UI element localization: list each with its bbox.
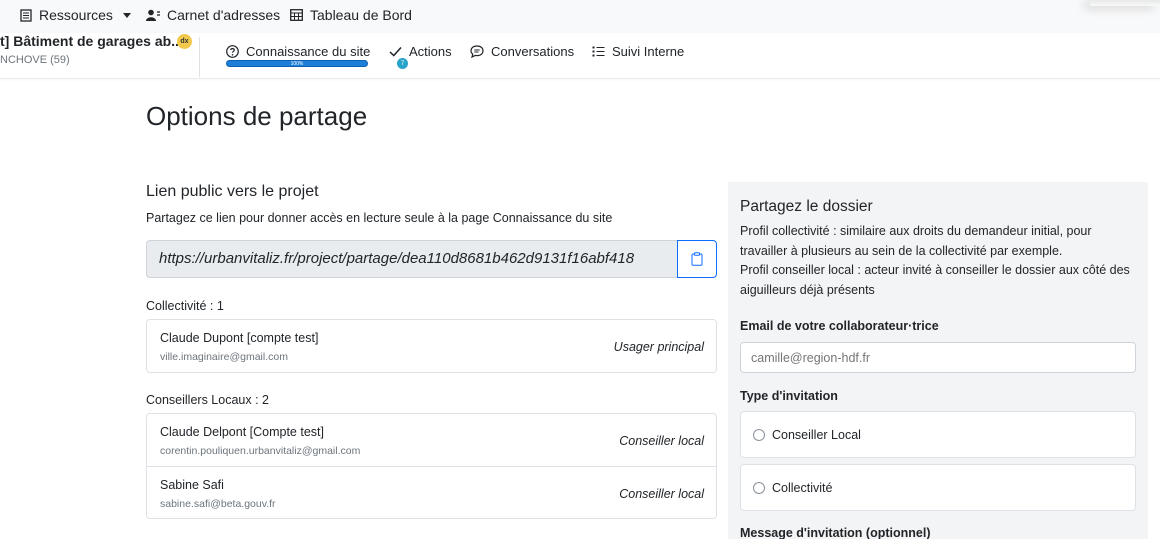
list-icon [20,8,32,22]
collectivite-list: Claude Dupont [compte test] ville.imagin… [146,319,717,373]
option-label: Collectivité [772,480,833,495]
share-panel-title: Partagez le dossier [740,198,873,215]
collectivite-label: Collectivité : 1 [146,299,224,313]
actions-count-badge: 7 [397,58,408,69]
tab-actions[interactable]: Actions [389,44,452,59]
radio-conseiller-local[interactable] [753,428,765,441]
tab-conversations[interactable]: Conversations [470,44,574,59]
public-link-group: https://urbanvitaliz.fr/project/partage/… [146,240,717,278]
member-name: Claude Delpont [Compte test] [160,425,324,439]
share-panel-description: Profil collectivité : similaire aux droi… [740,222,1140,300]
tab-suivi-label: Suivi Interne [612,44,685,59]
public-link-description: Partagez ce lien pour donner accès en le… [146,211,613,225]
member-email: sabine.safi@beta.gouv.fr [160,498,276,510]
member-name: Claude Dupont [compte test] [160,331,319,345]
profile-collectivite-desc: Profil collectivité : similaire aux droi… [740,224,1092,258]
project-header: t] Bâtiment de garages ab... dx NCHOVE (… [0,33,1160,79]
collaborator-email-input[interactable] [740,342,1136,373]
member-email: ville.imaginaire@gmail.com [160,351,288,363]
conseillers-label: Conseillers Locaux : 2 [146,393,269,407]
copy-link-button[interactable] [677,240,717,278]
email-label: Email de votre collaborateur·trice [740,319,939,333]
project-badge: dx [177,34,192,49]
radio-collectivite[interactable] [753,481,765,494]
public-link-field[interactable]: https://urbanvitaliz.fr/project/partage/… [146,240,677,278]
member-role: Usager principal [613,340,704,354]
tab-suivi-interne[interactable]: Suivi Interne [592,44,684,59]
project-title[interactable]: t] Bâtiment de garages ab... [0,33,183,49]
dashboard-label: Tableau de Bord [310,7,412,23]
contacts-link[interactable]: Carnet d'adresses [146,7,280,23]
invite-type-label: Type d'invitation [740,389,838,403]
tab-connaissance-label: Connaissance du site [246,44,371,59]
tab-conversations-label: Conversations [491,44,575,59]
popup-edge [1090,0,1160,6]
profile-conseiller-desc: Profil conseiller local : acteur invité … [740,263,1130,297]
option-label: Conseiller Local [772,427,861,442]
resources-label: Ressources [39,7,113,23]
dashboard-link[interactable]: Tableau de Bord [290,7,412,23]
list-item: Sabine Safi sabine.safi@beta.gouv.fr Con… [147,466,716,518]
conseillers-list: Claude Delpont [Compte test] corentin.po… [146,413,717,519]
page-title: Options de partage [146,101,368,131]
clipboard-icon [691,252,703,266]
member-role: Conseiller local [619,434,704,448]
invite-message-label: Message d'invitation (optionnel) [740,526,931,539]
member-role: Conseiller local [619,487,704,501]
option-conseiller-local[interactable]: Conseiller Local [740,411,1136,458]
question-circle-icon [226,45,239,58]
public-link-title: Lien public vers le projet [146,183,319,200]
header-divider [199,37,200,77]
option-collectivite[interactable]: Collectivité [740,464,1136,511]
contacts-label: Carnet d'adresses [167,7,281,23]
share-panel: Partagez le dossier Profil collectivité … [728,182,1148,539]
table-icon [290,9,303,21]
tab-connaissance[interactable]: Connaissance du site [226,44,370,59]
member-email: corentin.pouliquen.urbanvitaliz@gmail.co… [160,445,361,457]
chat-icon [470,45,484,58]
list-task-icon [592,46,605,57]
project-location: NCHOVE (59) [0,54,70,66]
member-name: Sabine Safi [160,478,224,492]
site-progress-bar: 100% [226,60,368,67]
list-item: Claude Dupont [compte test] ville.imagin… [147,320,716,372]
contacts-icon [146,9,160,21]
check-icon [389,46,402,57]
top-navbar: Ressources Carnet d'adresses Tableau de … [0,0,1160,33]
tab-actions-label: Actions [409,44,452,59]
resources-menu[interactable]: Ressources [20,7,138,23]
list-item: Claude Delpont [Compte test] corentin.po… [147,414,716,466]
caret-down-icon [122,12,131,18]
